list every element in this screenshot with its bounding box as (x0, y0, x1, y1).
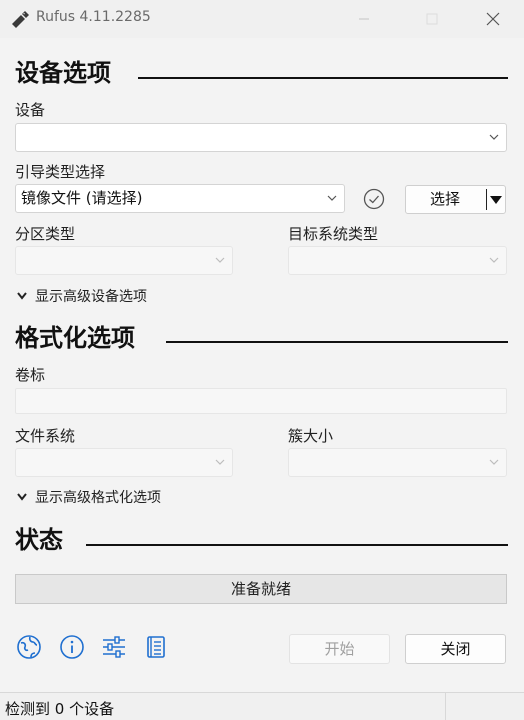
chevron-down-icon (215, 459, 225, 465)
device-options-heading: 设备选项 (15, 59, 111, 87)
section-divider (166, 341, 508, 343)
select-button-group: 选择 (405, 185, 506, 214)
partition-scheme-dropdown[interactable] (15, 246, 233, 275)
usb-drive-icon (12, 11, 29, 28)
select-button[interactable]: 选择 (406, 186, 484, 213)
file-system-label: 文件系统 (15, 427, 76, 445)
minimize-icon (359, 18, 369, 20)
cluster-size-dropdown[interactable] (288, 448, 507, 477)
maximize-icon (426, 13, 438, 25)
device-label: 设备 (15, 101, 46, 119)
volume-label-label: 卷标 (15, 366, 46, 384)
window-title: Rufus 4.11.2285 (36, 9, 151, 25)
close-window-button[interactable] (470, 0, 516, 38)
chevron-down-icon (489, 459, 499, 465)
boot-selection-value: 镜像文件 (请选择) (21, 189, 143, 207)
globe-icon[interactable] (16, 634, 42, 660)
info-icon[interactable] (59, 634, 85, 660)
status-bar-separator (445, 693, 446, 720)
settings-sliders-icon[interactable] (101, 634, 127, 660)
advanced-format-toggle[interactable]: 显示高级格式化选项 (15, 489, 161, 507)
minimize-button[interactable] (341, 0, 387, 38)
target-system-label: 目标系统类型 (288, 225, 379, 243)
close-button[interactable]: 关闭 (405, 634, 506, 664)
split-divider (486, 189, 487, 210)
close-icon (486, 12, 500, 26)
volume-label-input[interactable] (15, 388, 507, 414)
partition-scheme-label: 分区类型 (15, 225, 76, 243)
device-dropdown[interactable] (15, 123, 507, 152)
title-bar: Rufus 4.11.2285 (0, 0, 524, 38)
file-system-dropdown[interactable] (15, 448, 233, 477)
progress-text: 准备就绪 (230, 580, 291, 598)
chevron-down-icon (17, 493, 27, 501)
chevron-down-icon (215, 257, 225, 263)
section-divider (138, 77, 508, 79)
start-button[interactable]: 开始 (289, 634, 390, 664)
chevron-down-icon (327, 195, 337, 201)
advanced-format-label: 显示高级格式化选项 (35, 490, 161, 506)
status-bar: 检测到 0 个设备 (0, 692, 524, 720)
advanced-device-toggle[interactable]: 显示高级设备选项 (15, 288, 147, 306)
cluster-size-label: 簇大小 (288, 427, 334, 445)
progress-bar: 准备就绪 (15, 574, 507, 604)
boot-selection-dropdown[interactable]: 镜像文件 (请选择) (15, 184, 345, 213)
dropdown-caret-icon[interactable] (490, 195, 502, 205)
log-icon[interactable] (143, 634, 169, 660)
format-options-heading: 格式化选项 (15, 324, 135, 352)
status-bar-text: 检测到 0 个设备 (5, 700, 115, 718)
section-divider (86, 544, 508, 546)
target-system-dropdown[interactable] (288, 246, 507, 275)
boot-selection-label: 引导类型选择 (15, 163, 106, 181)
advanced-device-label: 显示高级设备选项 (35, 289, 147, 305)
chevron-down-icon (489, 257, 499, 263)
chevron-down-icon (17, 292, 27, 300)
maximize-button[interactable] (409, 0, 455, 38)
checkmark-circle-icon[interactable] (363, 188, 385, 210)
status-heading: 状态 (15, 526, 63, 554)
chevron-down-icon (489, 134, 499, 140)
